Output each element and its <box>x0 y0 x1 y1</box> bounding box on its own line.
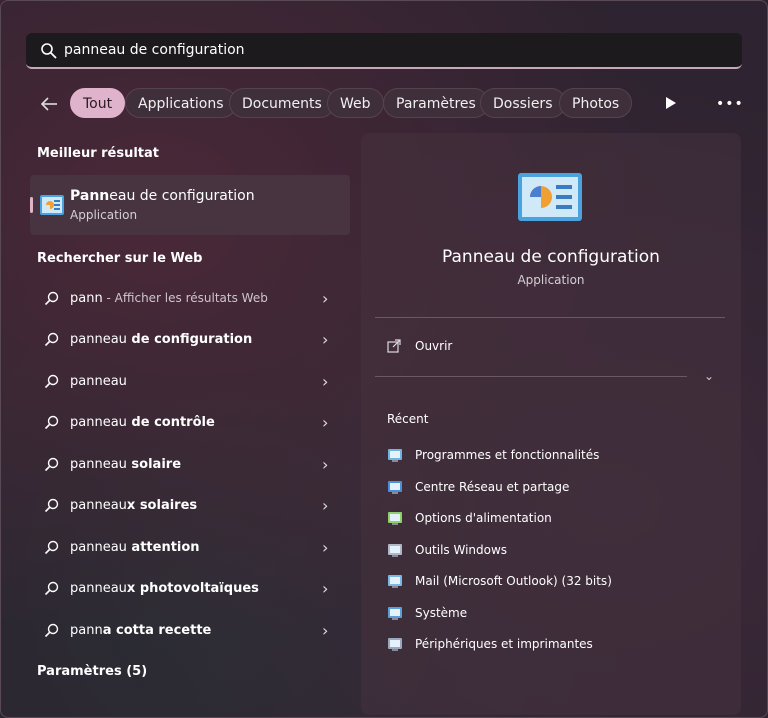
power-icon <box>388 512 402 525</box>
web-search-label: panneaux solaires <box>70 498 198 513</box>
selection-indicator <box>30 197 33 213</box>
tools-icon <box>388 544 402 557</box>
best-match-subtitle: Application <box>70 208 138 222</box>
search-icon <box>44 623 59 638</box>
chevron-right-icon[interactable]: › <box>322 372 328 391</box>
search-box[interactable]: panneau de configuration <box>26 33 742 69</box>
back-arrow-icon[interactable] <box>38 93 60 115</box>
detail-subtitle: Application <box>517 273 585 287</box>
filter-dossiers[interactable]: Dossiers <box>480 88 566 118</box>
web-search-label: panneau de contrôle <box>70 415 215 430</box>
best-match-heading: Meilleur résultat <box>37 146 160 161</box>
filter-parametres[interactable]: Paramètres <box>383 88 489 118</box>
web-search-label: panneau attention <box>70 540 200 555</box>
filter-tout[interactable]: Tout <box>70 88 126 118</box>
web-search-label: panneau de configuration <box>70 332 253 347</box>
recent-item-label: Système <box>415 606 468 620</box>
web-search-label: panneau solaire <box>70 457 182 472</box>
web-search-label: pann - Afficher les résultats Web <box>70 291 268 306</box>
chevron-right-icon[interactable]: › <box>322 455 328 474</box>
web-search-item[interactable]: panneau solaire › <box>30 447 350 483</box>
best-match-title-rest: eau de configuration <box>109 188 255 204</box>
search-icon <box>44 374 59 389</box>
recent-item-label: Périphériques et imprimantes <box>415 637 593 651</box>
chevron-right-icon[interactable]: › <box>322 496 328 515</box>
best-match-title: Panneau de configuration <box>70 188 255 204</box>
chevron-right-icon[interactable]: › <box>322 538 328 557</box>
search-icon <box>44 332 59 347</box>
control-panel-icon <box>40 195 64 215</box>
web-search-item[interactable]: panneau de contrôle › <box>30 405 350 441</box>
best-match-title-bold: Pann <box>70 188 110 204</box>
web-search-label: panna cotta recette <box>70 623 212 638</box>
chevron-right-icon[interactable]: › <box>322 413 328 432</box>
detail-pane: Panneau de configuration Application Ouv… <box>361 133 741 715</box>
mail-icon <box>388 575 402 588</box>
search-icon <box>44 581 59 596</box>
network-icon <box>388 481 402 494</box>
filter-documents[interactable]: Documents <box>229 88 335 118</box>
web-search-item[interactable]: panneau › <box>30 364 350 400</box>
web-search-item[interactable]: panneau de configuration › <box>30 322 350 358</box>
play-icon[interactable] <box>665 97 677 109</box>
search-icon <box>41 43 57 59</box>
open-label: Ouvrir <box>415 339 453 353</box>
chevron-right-icon[interactable]: › <box>322 289 328 308</box>
open-external-icon <box>387 339 401 353</box>
chevron-down-icon[interactable]: ⌄ <box>704 369 714 383</box>
recent-item-label: Programmes et fonctionnalités <box>415 448 600 462</box>
search-icon <box>44 415 59 430</box>
search-icon <box>44 457 59 472</box>
web-search-label: panneaux photovoltaïques <box>70 581 259 596</box>
filter-web[interactable]: Web <box>327 88 384 118</box>
chevron-right-icon[interactable]: › <box>322 579 328 598</box>
recent-item-label: Outils Windows <box>415 543 508 557</box>
more-options-icon[interactable]: ••• <box>716 96 744 112</box>
chevron-right-icon[interactable]: › <box>322 330 328 349</box>
divider <box>375 317 725 318</box>
recent-item-label: Mail (Microsoft Outlook) (32 bits) <box>415 574 612 588</box>
detail-title: Panneau de configuration <box>442 247 660 267</box>
web-search-item[interactable]: panna cotta recette › <box>30 613 350 649</box>
control-panel-large-icon <box>518 173 582 221</box>
filter-applications[interactable]: Applications <box>125 88 237 118</box>
search-input[interactable]: panneau de configuration <box>64 42 245 58</box>
recent-item-label: Centre Réseau et partage <box>415 480 570 494</box>
web-search-item[interactable]: pann - Afficher les résultats Web › <box>30 281 350 317</box>
web-search-label: panneau <box>70 374 127 389</box>
web-heading: Rechercher sur le Web <box>37 251 203 266</box>
web-search-item[interactable]: panneaux photovoltaïques › <box>30 571 350 607</box>
devices-icon <box>388 638 402 651</box>
search-icon <box>44 540 59 555</box>
web-search-item[interactable]: panneau attention › <box>30 530 350 566</box>
web-search-item[interactable]: panneaux solaires › <box>30 488 350 524</box>
divider <box>375 376 687 377</box>
recent-heading: Récent <box>387 412 429 426</box>
filter-photos[interactable]: Photos <box>559 88 633 118</box>
settings-heading[interactable]: Paramètres (5) <box>37 664 147 679</box>
programs-icon <box>388 449 402 462</box>
system-icon <box>388 607 402 620</box>
search-icon <box>44 291 59 306</box>
chevron-right-icon[interactable]: › <box>322 621 328 640</box>
search-icon <box>44 498 59 513</box>
best-match-item[interactable]: Panneau de configuration Application <box>30 175 350 235</box>
recent-item-label: Options d'alimentation <box>415 511 552 525</box>
